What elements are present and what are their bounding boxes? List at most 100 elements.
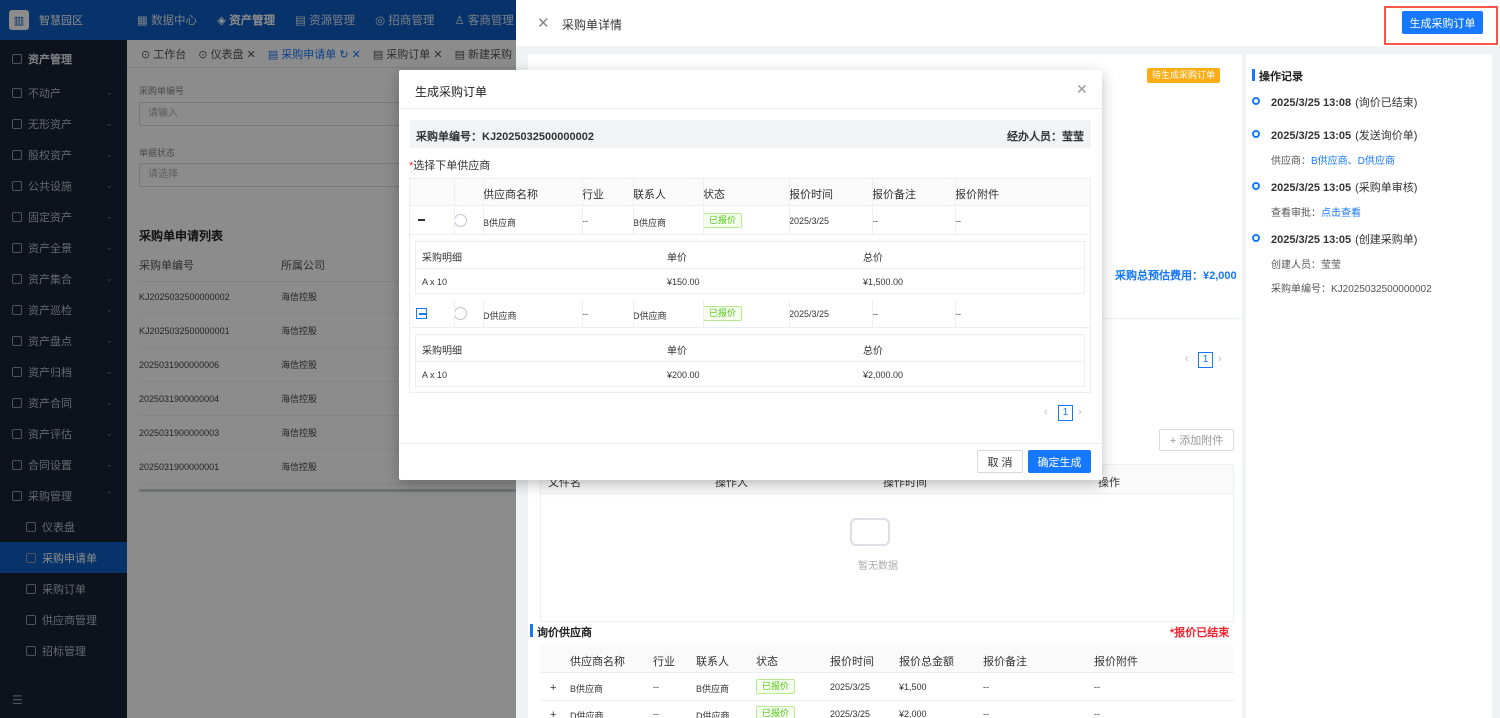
column-divider xyxy=(483,207,484,234)
order-no-label: 采购单编号：KJ2025032500000002 xyxy=(416,131,594,143)
column-divider xyxy=(955,300,956,327)
empty-box-icon xyxy=(850,518,890,546)
timeline-dot xyxy=(1252,182,1260,190)
cancel-button[interactable]: 取 消 xyxy=(977,450,1023,473)
timeline-detail-label: 供应商： xyxy=(1271,156,1311,167)
timeline-detail: 查看审批：点击查看 xyxy=(1271,204,1361,219)
contact-cell: B供应商 xyxy=(633,218,667,228)
column-divider xyxy=(703,300,704,327)
column-divider xyxy=(483,179,484,206)
modal-close-icon[interactable]: ✕ xyxy=(1076,81,1088,98)
quote-amount-cell: ¥2,000 xyxy=(899,709,927,718)
status-tag: 已报价 xyxy=(756,706,796,718)
timeline-dot xyxy=(1252,97,1260,105)
timeline-detail-link[interactable]: B供应商、D供应商 xyxy=(1311,156,1395,167)
row-divider xyxy=(540,700,1234,701)
drawer-header: ✕ 采购单详情 生成采购订单 xyxy=(516,0,1500,46)
oplog-title: 操作记录 xyxy=(1259,71,1303,83)
supplier-name-cell: B供应商 xyxy=(570,684,604,694)
detail-item-cell: A x 10 xyxy=(422,370,448,380)
select-supplier-label: *选择下单供应商 xyxy=(409,160,491,172)
row-divider xyxy=(410,327,1090,328)
timeline-entry: 2025/3/25 13:05 (采购单审核) xyxy=(1271,179,1417,195)
column-divider xyxy=(955,179,956,206)
supplier-radio[interactable] xyxy=(454,214,467,227)
column-divider xyxy=(872,179,873,206)
column-divider xyxy=(955,207,956,234)
column-divider xyxy=(454,207,455,234)
timeline-action: (询价已结束) xyxy=(1355,97,1418,109)
next-page-icon[interactable]: › xyxy=(1218,353,1222,365)
column-divider xyxy=(454,179,455,206)
collapse-row-icon[interactable] xyxy=(416,215,427,226)
supplier-radio[interactable] xyxy=(454,307,467,320)
handler-label: 经办人员：莹莹 xyxy=(1007,131,1084,143)
column-divider xyxy=(633,300,634,327)
timeline-detail-label: 创建人员：莹莹 xyxy=(1271,260,1341,271)
confirm-generate-button[interactable]: 确定生成 xyxy=(1028,450,1091,473)
add-attachment-button[interactable]: + 添加附件 xyxy=(1159,429,1234,451)
generate-order-button[interactable]: 生成采购订单 xyxy=(1402,11,1483,34)
column-divider xyxy=(454,300,455,327)
column-divider xyxy=(872,207,873,234)
quote-time-cell: 2025/3/25 xyxy=(789,309,830,319)
column-divider xyxy=(582,179,583,206)
operation-log-panel: 操作记录 2025/3/25 13:08 (询价已结束) 2025/3/25 13:… xyxy=(1246,54,1492,718)
supplier-name-cell: D供应商 xyxy=(570,711,604,718)
quote-note-cell: -- xyxy=(983,709,989,718)
prev-page-icon[interactable]: ‹ xyxy=(1185,353,1189,365)
status-tag: 已报价 xyxy=(703,213,743,228)
column-divider xyxy=(703,179,704,206)
supplier-name-cell: D供应商 xyxy=(483,311,517,321)
column-divider xyxy=(789,300,790,327)
supplier-name-cell: B供应商 xyxy=(483,218,517,228)
timeline-time: 2025/3/25 13:05 xyxy=(1271,234,1352,246)
industry-cell: -- xyxy=(653,682,659,692)
status-tag: 已报价 xyxy=(756,679,796,694)
quote-attachment-cell: -- xyxy=(1094,682,1100,692)
modal-title: 生成采购订单 xyxy=(415,85,488,99)
quote-note-cell: -- xyxy=(983,682,989,692)
detail-price-cell: ¥200.00 xyxy=(667,370,700,380)
timeline-dot xyxy=(1252,130,1260,138)
row-divider xyxy=(410,234,1090,235)
timeline-detail: 采购单编号：KJ2025032500000002 xyxy=(1271,284,1432,295)
contact-cell: B供应商 xyxy=(696,684,730,694)
status-badge: 待生成采购订单 xyxy=(1147,68,1221,83)
detail-total-cell: ¥2,000.00 xyxy=(863,370,904,380)
expand-row-icon[interactable]: + xyxy=(550,709,556,718)
inquiry-status: *报价已结束 xyxy=(1170,627,1230,639)
collapse-row-icon[interactable] xyxy=(416,308,427,319)
expand-row-icon[interactable]: + xyxy=(550,682,556,694)
quote-amount-cell: ¥1,500 xyxy=(899,682,927,692)
timeline-entry: 2025/3/25 13:08 (询价已结束) xyxy=(1271,94,1417,110)
industry-cell: -- xyxy=(653,709,659,718)
close-icon[interactable]: ✕ xyxy=(537,14,550,32)
page-number[interactable]: 1 xyxy=(1198,352,1213,368)
modal-page-number[interactable]: 1 xyxy=(1058,405,1073,421)
drawer-title: 采购单详情 xyxy=(562,18,623,32)
timeline-time: 2025/3/25 13:05 xyxy=(1271,130,1352,142)
detail-item-cell: A x 10 xyxy=(422,277,448,287)
detail-col-total: 总价 xyxy=(863,253,883,264)
column-divider xyxy=(483,300,484,327)
timeline-time: 2025/3/25 13:05 xyxy=(1271,182,1352,194)
quote-attachment-cell: -- xyxy=(1094,709,1100,718)
quote-time-cell: 2025/3/25 xyxy=(830,682,871,692)
timeline-detail-label: 查看审批： xyxy=(1271,208,1321,219)
timeline-entry: 2025/3/25 13:05 (创建采购单) xyxy=(1271,231,1417,247)
quote-time-cell: 2025/3/25 xyxy=(830,709,871,718)
column-divider xyxy=(789,179,790,206)
modal-next-page-icon[interactable]: › xyxy=(1078,406,1082,418)
modal-prev-page-icon[interactable]: ‹ xyxy=(1044,406,1048,418)
detail-price-cell: ¥150.00 xyxy=(667,277,700,287)
timeline-detail: 供应商：B供应商、D供应商 xyxy=(1271,152,1395,167)
timeline-time: 2025/3/25 13:08 xyxy=(1271,97,1352,109)
timeline-detail-link[interactable]: 点击查看 xyxy=(1321,208,1361,219)
status-tag: 已报价 xyxy=(703,306,743,321)
total-estimate: 采购总预估费用：¥2,000 xyxy=(1115,270,1237,282)
detail-total-cell: ¥1,500.00 xyxy=(863,277,904,287)
timeline-action: (发送询价单) xyxy=(1355,130,1418,142)
generate-order-modal: 生成采购订单 ✕ 采购单编号：KJ2025032500000002 经办人员：莹… xyxy=(399,70,1102,480)
timeline-dot xyxy=(1252,234,1260,242)
